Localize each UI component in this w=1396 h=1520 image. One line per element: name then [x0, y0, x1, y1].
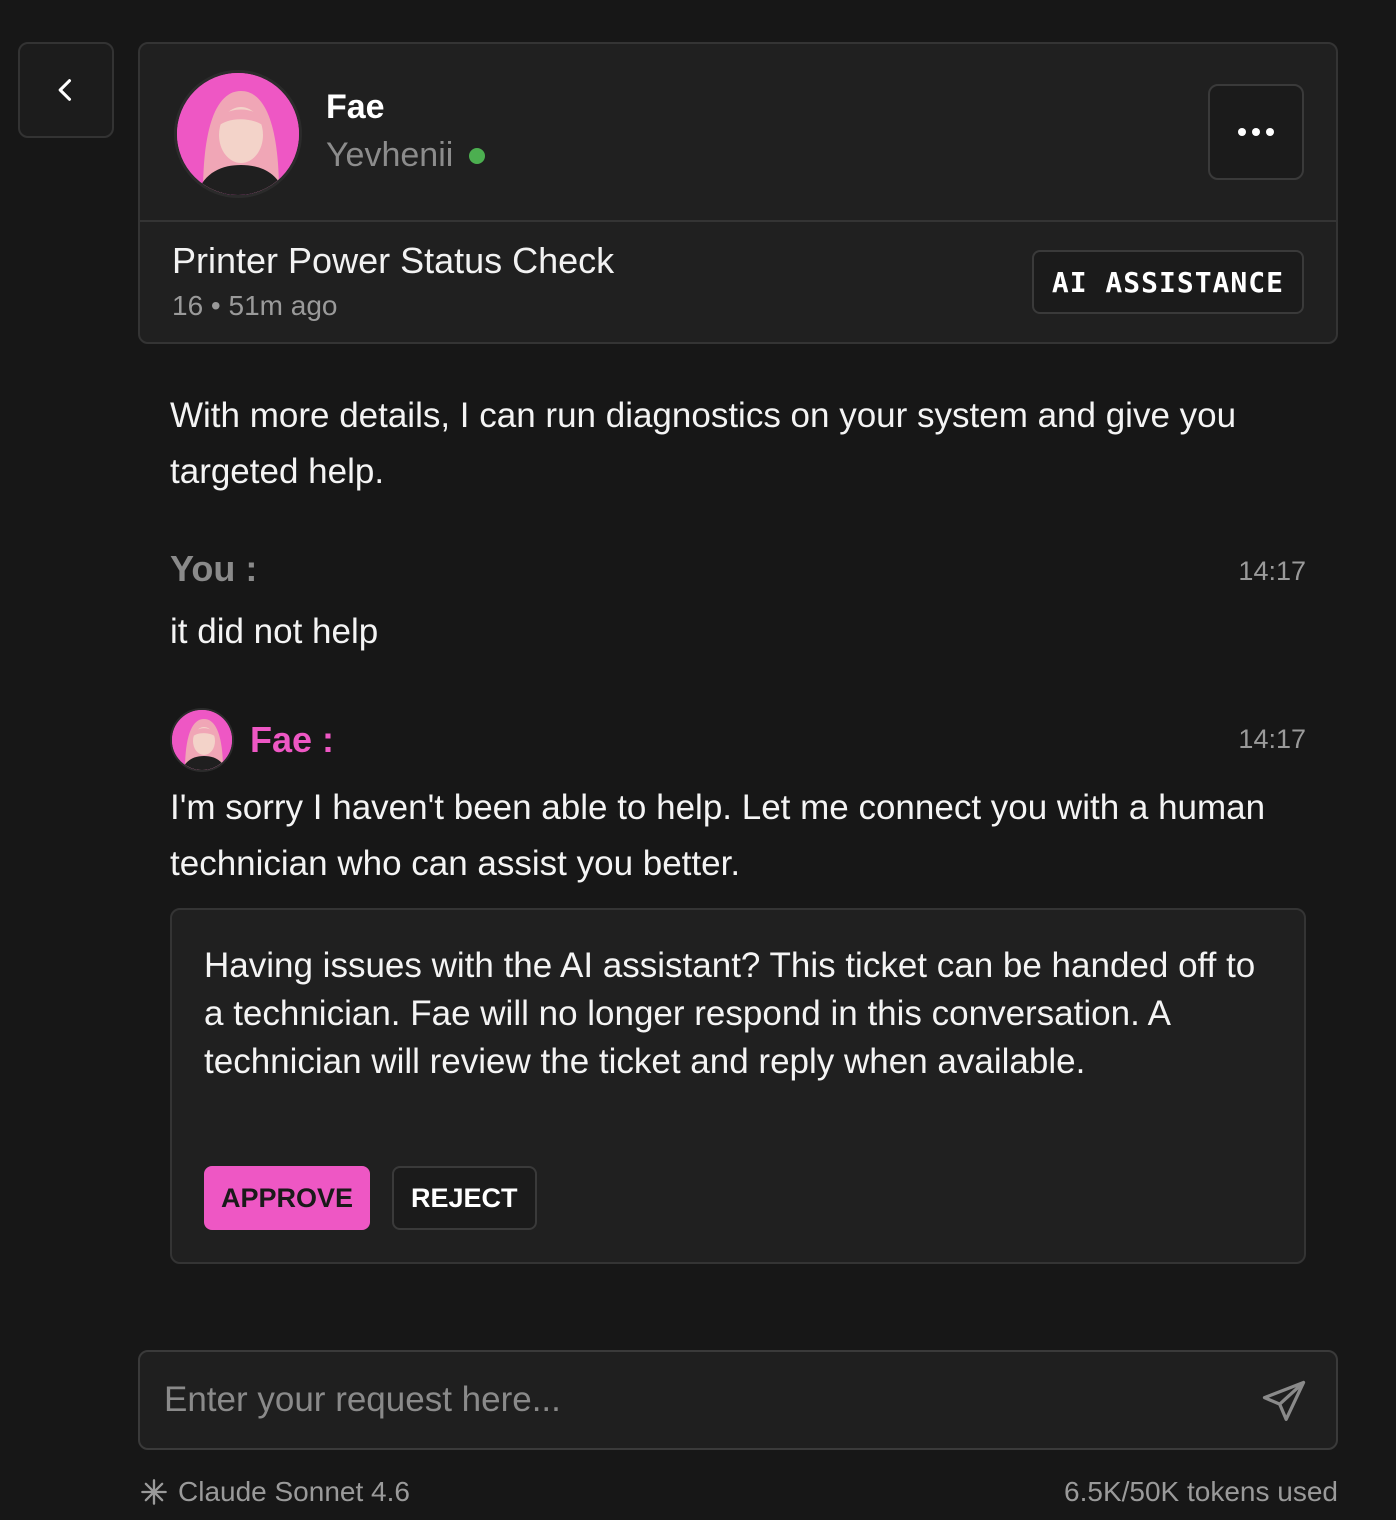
fae-message-time: 14:17	[1238, 724, 1306, 754]
message-composer	[138, 1350, 1338, 1450]
ai-assistance-badge: AI ASSISTANCE	[1031, 250, 1304, 314]
more-dots-icon	[1238, 128, 1274, 136]
you-sender-label: You :	[170, 548, 258, 589]
you-message-time: 14:17	[1238, 556, 1306, 586]
reject-button[interactable]: REJECT	[392, 1166, 537, 1230]
agent-avatar	[174, 70, 302, 198]
handoff-text: Having issues with the AI assistant? Thi…	[204, 946, 1256, 1081]
model-info: Claude Sonnet 4.6	[140, 1476, 410, 1508]
token-usage: 6.5K/50K tokens used	[1064, 1476, 1338, 1507]
back-button[interactable]	[18, 42, 114, 138]
ticket-title: Printer Power Status Check	[172, 240, 615, 281]
assistant-message-text: With more details, I can run diagnostics…	[170, 396, 1237, 491]
model-sparkle-icon	[141, 1479, 167, 1505]
user-message-text: it did not help	[170, 612, 379, 651]
fae-sender-row: Fae :	[170, 708, 334, 772]
fae-sender-label: Fae :	[250, 719, 335, 760]
request-input[interactable]	[164, 1370, 1244, 1430]
send-icon	[1262, 1380, 1306, 1421]
approve-button[interactable]: APPROVE	[204, 1166, 371, 1230]
handoff-request-card: Having issues with the AI assistant? Thi…	[170, 908, 1306, 1264]
fae-message-text: I'm sorry I haven't been able to help. L…	[170, 788, 1266, 883]
agent-info: Fae Yevhenii	[140, 44, 1336, 222]
ticket-meta: 16 • 51m ago	[172, 290, 338, 321]
user-status: Yevhenii	[326, 136, 486, 175]
model-name: Claude Sonnet 4.6	[178, 1476, 410, 1507]
agent-name: Fae	[326, 88, 385, 126]
online-status-icon	[469, 147, 486, 164]
fae-avatar	[170, 708, 234, 772]
user-name: Yevhenii	[326, 136, 454, 174]
back-chevron-icon	[58, 79, 72, 101]
ticket-header: Fae Yevhenii Printer Power Status Check …	[138, 42, 1338, 344]
chat-screen: Fae Yevhenii Printer Power Status Check …	[0, 0, 1396, 1520]
more-options-button[interactable]	[1208, 84, 1304, 180]
send-button[interactable]	[1258, 1376, 1310, 1428]
